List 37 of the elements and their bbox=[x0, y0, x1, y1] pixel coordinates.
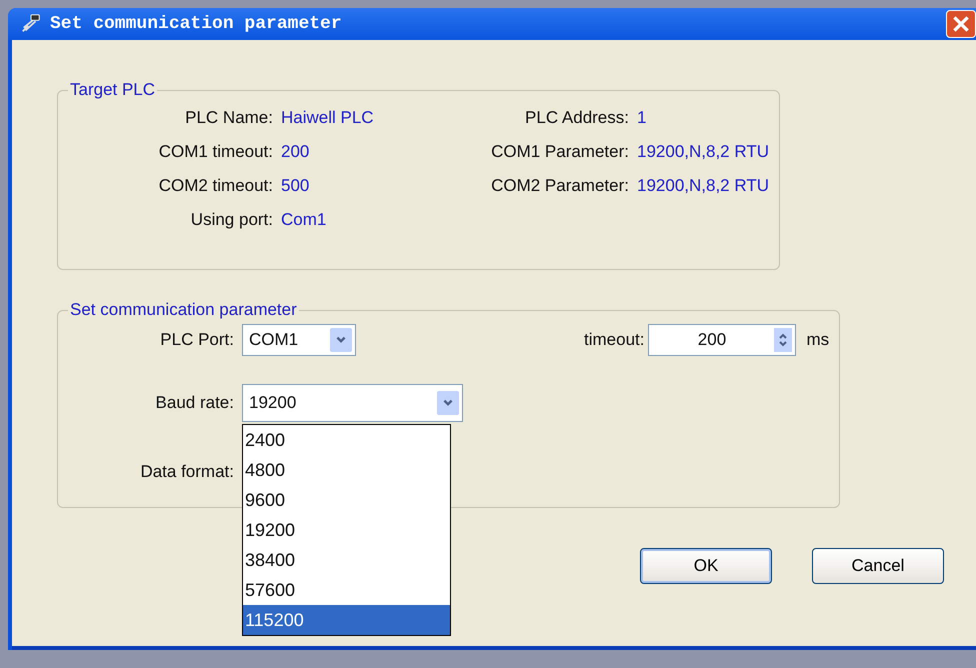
spin-arrows-icon[interactable] bbox=[774, 328, 792, 352]
field-value: 19200,N,8,2 RTU bbox=[637, 176, 769, 196]
field-value: 1 bbox=[637, 108, 648, 128]
field-label: Using port: bbox=[190, 210, 273, 230]
field-label: COM1 Parameter: bbox=[490, 142, 629, 162]
field-label: PLC Address: bbox=[524, 108, 629, 128]
field-value: Com1 bbox=[281, 210, 328, 230]
field-label: PLC Port: bbox=[159, 330, 234, 350]
port-dropdown[interactable]: COM1 bbox=[242, 324, 356, 356]
timeout-spinbox[interactable]: 200 bbox=[648, 324, 796, 356]
unit-label: ms bbox=[806, 330, 830, 350]
field-label: Data format: bbox=[139, 462, 234, 482]
field-label: PLC Name: bbox=[184, 108, 273, 128]
dropdown-option[interactable]: 2400 bbox=[243, 425, 450, 455]
field-label: timeout: bbox=[584, 330, 644, 350]
dropdown-option[interactable]: 19200 bbox=[243, 515, 450, 545]
baud-rate-dropdown[interactable]: 19200 bbox=[242, 384, 463, 422]
field-label: COM2 Parameter: bbox=[490, 176, 629, 196]
dropdown-option[interactable]: 57600 bbox=[243, 575, 450, 605]
group-title: Target PLC bbox=[69, 80, 156, 100]
dialog-button[interactable]: OK bbox=[640, 548, 772, 584]
field-value: 19200,N,8,2 RTU bbox=[637, 142, 769, 162]
close-button[interactable] bbox=[946, 10, 976, 38]
dropdown-option[interactable]: 9600 bbox=[243, 485, 450, 515]
field-label: Baud rate: bbox=[154, 393, 234, 413]
field-value: 200 bbox=[281, 142, 310, 162]
field-value: Haiwell PLC bbox=[281, 108, 375, 128]
field-label: COM1 timeout: bbox=[158, 142, 273, 162]
cable-icon bbox=[20, 13, 42, 35]
dropdown-option[interactable]: 4800 bbox=[243, 455, 450, 485]
dropdown-option[interactable]: 38400 bbox=[243, 545, 450, 575]
window-title: Set communication parameter bbox=[50, 14, 342, 34]
dropdown-option[interactable]: 115200 bbox=[243, 605, 450, 635]
dialog-button[interactable]: Cancel bbox=[812, 548, 944, 584]
field-value: 500 bbox=[281, 176, 310, 196]
field-label: COM2 timeout: bbox=[158, 176, 273, 196]
group-title: Set communication parameter bbox=[69, 300, 298, 320]
